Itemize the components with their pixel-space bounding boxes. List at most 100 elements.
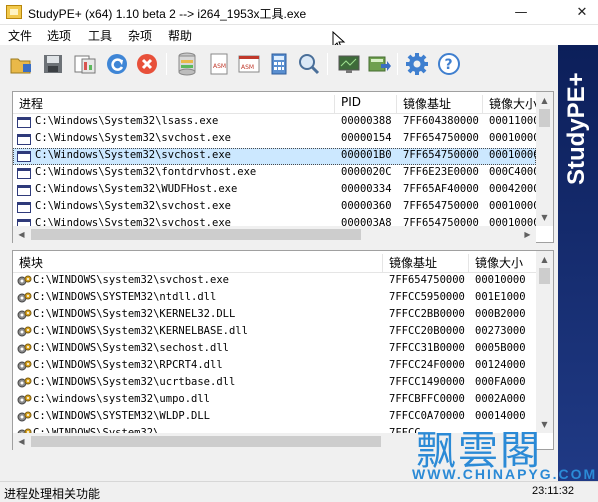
title-bar: StudyPE+ (x64) 1.10 beta 2 --> i264_1953… [0, 0, 598, 25]
process-image-base: 7FF654750000 [403, 149, 479, 161]
process-pid: 000001B0 [341, 149, 392, 161]
module-image-size: 000FA000 [475, 376, 526, 388]
compare-icon[interactable] [72, 51, 98, 77]
module-row[interactable]: C:\WINDOWS\System32\KERNELBASE.dll 7FFCC2… [13, 324, 536, 341]
open-folder-icon[interactable] [8, 51, 34, 77]
process-window-icon [17, 219, 31, 226]
process-path: C:\Windows\System32\lsass.exe [35, 115, 219, 127]
asm2-icon[interactable]: ASM [236, 51, 262, 77]
process-row[interactable]: C:\Windows\System32\lsass.exe 00000388 7FF… [13, 114, 536, 131]
process-window-icon [17, 117, 31, 128]
module-row[interactable]: C:\WINDOWS\system32\svchost.exe 7FF654750… [13, 273, 536, 290]
module-image-base: 7FFCBFFC0000 [389, 393, 465, 405]
module-image-base: 7FFCC2BB0000 [389, 308, 465, 320]
column-module[interactable]: 模块 [13, 254, 383, 272]
process-image-size: 00042000 [489, 183, 536, 195]
process-path: C:\Windows\System32\svchost.exe [35, 200, 231, 212]
status-bar: 进程处理相关功能 23:11:32 [0, 481, 598, 502]
close-button[interactable]: ✕ [566, 0, 598, 25]
process-pid: 000003A8 [341, 217, 392, 226]
module-image-size: 00010000 [475, 274, 526, 286]
module-gear-icon [17, 394, 32, 405]
save-icon[interactable] [40, 51, 66, 77]
process-image-size: 00011000 [489, 115, 536, 127]
process-row[interactable]: C:\Windows\System32\svchost.exe 00000360 7… [13, 199, 536, 216]
module-path: C:\WINDOWS\system32\svchost.exe [33, 274, 229, 286]
scrollbar-thumb[interactable] [539, 109, 550, 127]
process-row[interactable]: C:\Windows\System32\WUDFHost.exe 00000334… [13, 182, 536, 199]
module-gear-icon [17, 292, 32, 303]
module-vertical-scrollbar[interactable]: ▲ ▼ [536, 251, 553, 433]
scroll-left-arrow-icon[interactable]: ◀ [13, 433, 30, 450]
minimize-button[interactable]: — [505, 0, 537, 25]
process-row[interactable]: C:\Windows\System32\fontdrvhost.exe 00000… [13, 165, 536, 182]
database-icon[interactable] [174, 51, 200, 77]
menu-options[interactable]: 选项 [47, 27, 71, 44]
module-row[interactable]: C:\WINDOWS\System32\KERNEL32.DLL 7FFCC2BB… [13, 307, 536, 324]
process-pid: 00000360 [341, 200, 392, 212]
process-path: C:\Windows\System32\svchost.exe [35, 132, 231, 144]
process-path: C:\Windows\System32\svchost.exe [35, 217, 231, 226]
process-image-base: 7FF654750000 [403, 200, 479, 212]
process-image-base: 7FF654750000 [403, 217, 479, 226]
module-image-base: 7FF654750000 [389, 274, 465, 286]
column-pid[interactable]: PID [335, 95, 397, 113]
process-row[interactable]: C:\Windows\System32\svchost.exe 00000154 7… [13, 131, 536, 148]
module-gear-icon [17, 326, 32, 337]
process-image-size: 00010000 [489, 132, 536, 144]
column-process[interactable]: 进程 [13, 95, 335, 113]
calculator-icon[interactable] [266, 51, 292, 77]
svg-text:ASM: ASM [241, 64, 254, 71]
scroll-up-arrow-icon[interactable]: ▲ [536, 92, 553, 109]
process-path: C:\Windows\System32\WUDFHost.exe [35, 183, 238, 195]
column-module-base[interactable]: 镜像基址 [383, 254, 469, 272]
module-image-base: 7FFCC1490000 [389, 376, 465, 388]
process-path: C:\Windows\System32\svchost.exe [35, 149, 231, 161]
scroll-left-arrow-icon[interactable]: ◀ [13, 226, 30, 243]
scrollbar-thumb[interactable] [31, 436, 381, 447]
toolbar-separator [166, 53, 167, 75]
refresh-icon[interactable] [104, 51, 130, 77]
toolbar: ASM ASM ? [0, 45, 560, 83]
process-image-size: 000C4000 [489, 166, 536, 178]
scroll-up-arrow-icon[interactable]: ▲ [536, 251, 553, 268]
menu-tools[interactable]: 工具 [88, 27, 112, 44]
column-image-base[interactable]: 镜像基址 [397, 95, 483, 113]
module-row[interactable]: C:\WINDOWS\System32\RPCRT4.dll 7FFCC24F00… [13, 358, 536, 375]
search-icon[interactable] [296, 51, 322, 77]
module-row[interactable]: C:\WINDOWS\SYSTEM32\ntdll.dll 7FFCC595000… [13, 290, 536, 307]
module-path: C:\WINDOWS\System32\RPCRT4.dll [33, 359, 223, 371]
menu-file[interactable]: 文件 [8, 27, 32, 44]
process-row[interactable]: C:\Windows\System32\svchost.exe 000001B0 7… [13, 148, 536, 165]
column-module-size[interactable]: 镜像大小 [469, 254, 536, 272]
toolbar-separator [397, 53, 398, 75]
monitor-icon[interactable] [336, 51, 362, 77]
scrollbar-thumb[interactable] [539, 268, 550, 284]
menu-misc[interactable]: 杂项 [128, 27, 152, 44]
module-row[interactable]: C:\WINDOWS\System32\sechost.dll 7FFCC31B0… [13, 341, 536, 358]
stop-icon[interactable] [134, 51, 160, 77]
process-path: C:\Windows\System32\fontdrvhost.exe [35, 166, 257, 178]
menu-help[interactable]: 帮助 [168, 27, 192, 44]
module-row[interactable]: C:\WINDOWS\System32\ucrtbase.dll 7FFCC149… [13, 375, 536, 392]
module-row[interactable]: c:\windows\system32\umpo.dll 7FFCBFFC0000… [13, 392, 536, 409]
settings-icon[interactable] [404, 51, 430, 77]
export-icon[interactable] [366, 51, 392, 77]
process-list[interactable]: 进程 PID 镜像基址 镜像大小 C:\Windows\System32\lsa… [12, 91, 554, 243]
status-time: 23:11:32 [532, 485, 575, 497]
process-horizontal-scrollbar[interactable]: ◀ ▶ [13, 226, 536, 243]
module-gear-icon [17, 411, 32, 422]
scroll-right-arrow-icon[interactable]: ▶ [519, 226, 536, 243]
module-rows: C:\WINDOWS\system32\svchost.exe 7FF654750… [13, 273, 536, 433]
svg-text:ASM: ASM [213, 63, 226, 70]
column-image-size[interactable]: 镜像大小 [483, 95, 536, 113]
process-vertical-scrollbar[interactable]: ▲ ▼ [536, 92, 553, 226]
svg-text:?: ? [445, 57, 453, 73]
scroll-down-arrow-icon[interactable]: ▼ [536, 209, 553, 226]
module-image-base: 7FFCC31B0000 [389, 342, 465, 354]
process-row[interactable]: C:\Windows\System32\svchost.exe 000003A8 7… [13, 216, 536, 226]
help-icon[interactable]: ? [436, 51, 462, 77]
process-pid: 00000334 [341, 183, 392, 195]
asm-icon[interactable]: ASM [206, 51, 232, 77]
scrollbar-thumb[interactable] [31, 229, 361, 240]
